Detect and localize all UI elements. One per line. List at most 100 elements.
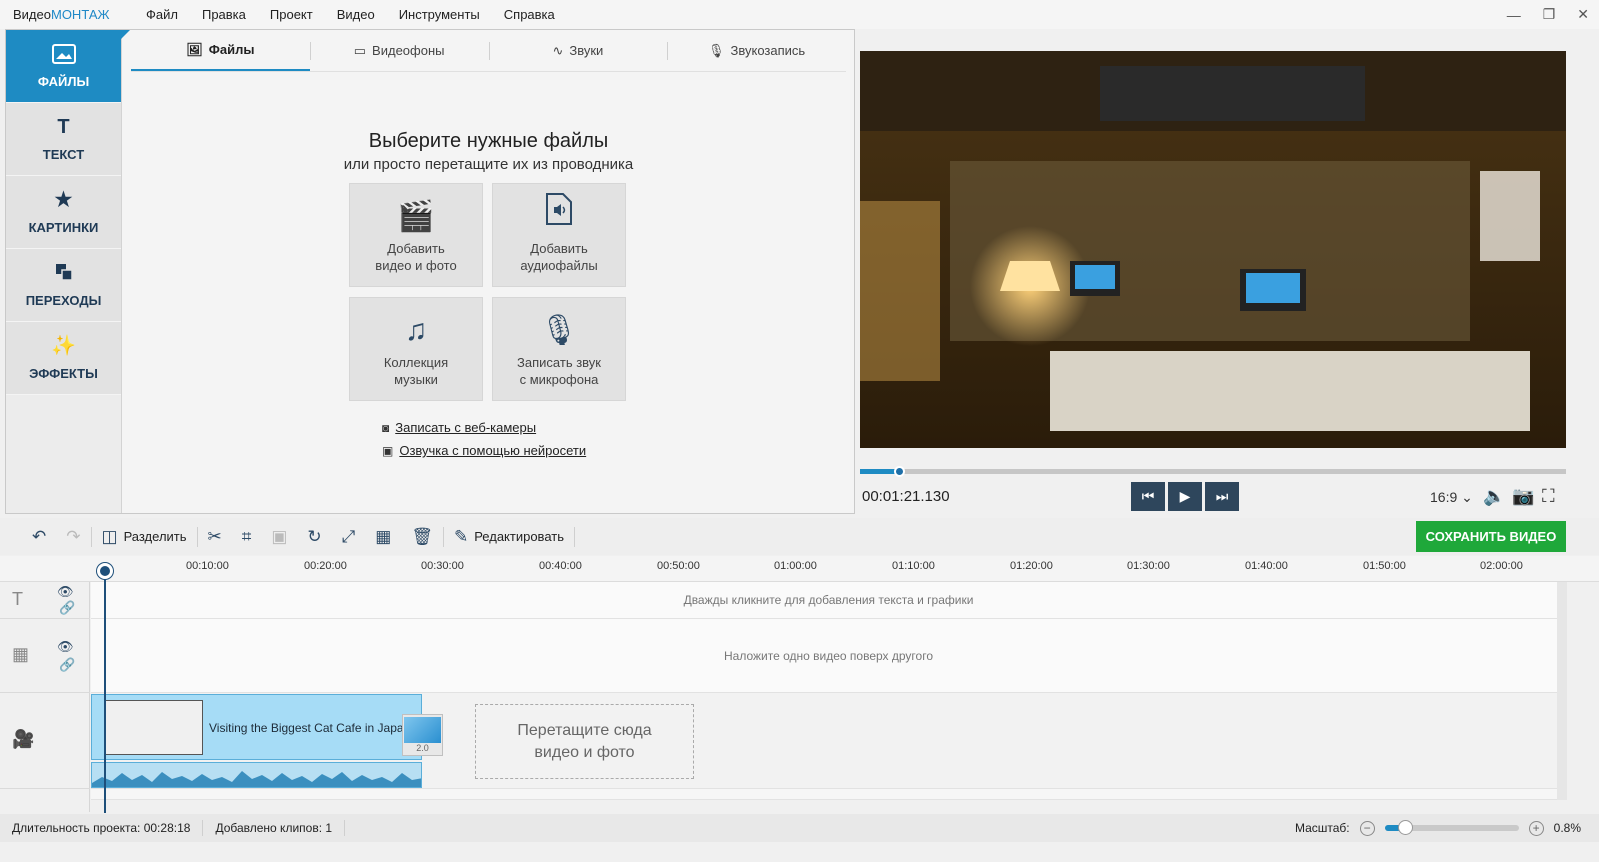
sidebar-item-transitions[interactable]: ПЕРЕХОДЫ (6, 249, 121, 322)
add-audio-button[interactable]: Добавить аудиофайлы (492, 183, 626, 287)
skip-forward-button[interactable]: ⏭ (1205, 482, 1239, 511)
snapshot-icon[interactable]: 📷 (1512, 486, 1534, 507)
record-microphone-button[interactable]: 🎙 Записать звук с микрофона (492, 297, 626, 401)
eye-icon[interactable]: 👁 (57, 584, 74, 600)
overlay-track-header: ▦ 👁 🔗 (0, 619, 90, 693)
menu-help[interactable]: Справка (492, 7, 567, 22)
split-button[interactable]: ◫ Разделить (92, 527, 197, 547)
music-notes-icon: ♫ (404, 314, 428, 347)
sidebar-item-pictures[interactable]: ★ КАРТИНКИ (6, 176, 121, 249)
camera-icon: 🎥 (12, 729, 35, 749)
files-content: 🖼 Файлы ▭ Видеофоны ∿ Звуки 🎙 Звукозапис… (123, 30, 854, 513)
tab-files[interactable]: 🖼 Файлы (131, 30, 310, 71)
menu-file[interactable]: Файл (134, 7, 190, 22)
undo-button[interactable]: ↶ (0, 527, 56, 547)
project-duration: Длительность проекта: 00:28:18 (12, 821, 191, 835)
sidebar-item-effects[interactable]: ✨ ЭФФЕКТЫ (6, 322, 121, 395)
crop-button[interactable]: ⌗ (232, 527, 262, 547)
tab-recording[interactable]: 🎙 Звукозапись (667, 30, 846, 71)
panel-subheading: или просто перетащите их из проводника (343, 156, 634, 173)
ruler-tick: 01:20:00 (1010, 560, 1053, 572)
minimize-icon[interactable]: — (1507, 7, 1521, 23)
ruler-tick: 01:50:00 (1363, 560, 1406, 572)
transition-thumbnail (404, 717, 441, 743)
playhead[interactable] (104, 566, 106, 813)
link-icon[interactable]: 🔗 (59, 657, 75, 673)
frame-button[interactable]: ▣ (261, 527, 297, 547)
ruler-tick: 00:40:00 (539, 560, 582, 572)
sidebar-item-label: ЭФФЕКТЫ (29, 365, 98, 381)
clip-audio-waveform[interactable] (91, 762, 422, 788)
eye-icon[interactable]: 👁 (57, 639, 74, 655)
tab-bar: 🖼 Файлы ▭ Видеофоны ∿ Звуки 🎙 Звукозапис… (131, 30, 846, 72)
video-clip[interactable]: Visiting the Biggest Cat Cafe in Japan (91, 694, 422, 760)
playback-seekbar[interactable] (860, 466, 1566, 477)
cut-button[interactable]: ✂ (198, 527, 232, 547)
zoom-label: Масштаб: (1294, 821, 1350, 835)
microphone-icon: 🎙 (539, 314, 579, 347)
overlay-track[interactable]: Наложите одно видео поверх другого (91, 619, 1566, 693)
link-icon[interactable]: 🔗 (59, 600, 75, 616)
text-track[interactable]: Дважды кликните для добавления текста и … (91, 582, 1566, 619)
status-bar: Длительность проекта: 00:28:18 Добавлено… (0, 814, 1599, 842)
sidebar-item-text[interactable]: T ТЕКСТ (6, 103, 121, 176)
drop-zone[interactable]: Перетащите сюда видео и фото (475, 704, 694, 779)
playhead-handle[interactable] (97, 563, 113, 579)
menu-tools[interactable]: Инструменты (387, 7, 492, 22)
timeline-ruler[interactable]: 00:10:00 00:20:00 00:30:00 00:40:00 00:5… (0, 556, 1599, 582)
ruler-tick: 01:30:00 (1127, 560, 1170, 572)
magic-wand-icon: ✨ (51, 334, 76, 357)
tab-sounds[interactable]: ∿ Звуки (488, 30, 668, 71)
text-icon: T (12, 589, 23, 609)
chevron-down-icon: ⌄ (1461, 489, 1473, 505)
music-collection-button[interactable]: ♫ Коллекция музыки (349, 297, 483, 401)
aspect-ratio-select[interactable]: 16:9 ⌄ (1430, 489, 1473, 506)
maximize-icon[interactable]: ❐ (1543, 6, 1556, 23)
fullscreen-icon[interactable]: ⛶ (1542, 486, 1555, 507)
zoom-slider[interactable] (1384, 820, 1519, 835)
close-icon[interactable]: ✕ (1577, 6, 1589, 23)
video-backgrounds-icon: ▭ (353, 42, 367, 58)
redo-button[interactable]: ↷ (56, 527, 90, 547)
play-button[interactable]: ▶ (1168, 482, 1202, 511)
webcam-icon: ◙ (382, 420, 390, 435)
add-clip-button[interactable]: ▦ (365, 527, 401, 547)
add-video-photo-button[interactable]: 🎬 Добавить видео и фото (349, 183, 483, 287)
record-webcam-link[interactable]: ◙ Записать с веб-камеры (382, 420, 536, 435)
ruler-tick: 00:10:00 (186, 560, 229, 572)
clips-count: Добавлено клипов: 1 (215, 821, 333, 835)
delete-button[interactable]: 🗑 (401, 527, 443, 547)
zoom-out-icon[interactable]: − (1359, 820, 1375, 836)
edit-button[interactable]: ✎ Редактировать (444, 527, 574, 547)
app-logo: ВидеоМОНТАЖ (13, 7, 110, 22)
zoom-value: 0.8% (1553, 821, 1581, 835)
ruler-tick: 01:00:00 (774, 560, 817, 572)
transition-block[interactable]: 2.0 (402, 714, 443, 756)
edit-toolbar: ↶ ↷ ◫ Разделить ✂ ⌗ ▣ ↻ ⤢ ▦ 🗑 ✎ Редактиров… (0, 518, 1599, 555)
audio-track[interactable] (91, 789, 1566, 800)
ruler-tick: 01:40:00 (1245, 560, 1288, 572)
skip-back-button[interactable]: ⏮ (1131, 482, 1165, 511)
volume-icon[interactable]: 🔈 (1483, 486, 1505, 507)
zoom-in-icon[interactable]: + (1528, 820, 1544, 836)
seekbar-handle[interactable] (893, 466, 905, 477)
video-preview[interactable] (860, 51, 1566, 448)
timeline-scrollbar[interactable] (1557, 582, 1567, 800)
zoom-slider-handle[interactable] (1397, 820, 1413, 835)
add-clip-icon: ▦ (375, 526, 392, 546)
menu-video[interactable]: Видео (325, 7, 387, 22)
menu-edit[interactable]: Правка (190, 7, 258, 22)
film-icon: ▦ (12, 644, 30, 664)
rotate-button[interactable]: ↻ (297, 527, 331, 547)
ruler-tick: 02:00:00 (1480, 560, 1523, 572)
sidebar-item-files[interactable]: ФАЙЛЫ (6, 30, 130, 103)
menu-project[interactable]: Проект (258, 7, 325, 22)
timecode: 00:01:21.130 (862, 488, 950, 505)
ai-voiceover-link[interactable]: ▣ Озвучка с помощью нейросети (382, 443, 586, 458)
waveform-graphic (92, 771, 421, 787)
save-video-button[interactable]: СОХРАНИТЬ ВИДЕО (1416, 521, 1566, 552)
tab-video-backgrounds[interactable]: ▭ Видеофоны (309, 30, 489, 71)
star-icon: ★ (54, 188, 73, 211)
waveform-icon: ∿ (552, 42, 564, 58)
resize-button[interactable]: ⤢ (332, 527, 366, 547)
